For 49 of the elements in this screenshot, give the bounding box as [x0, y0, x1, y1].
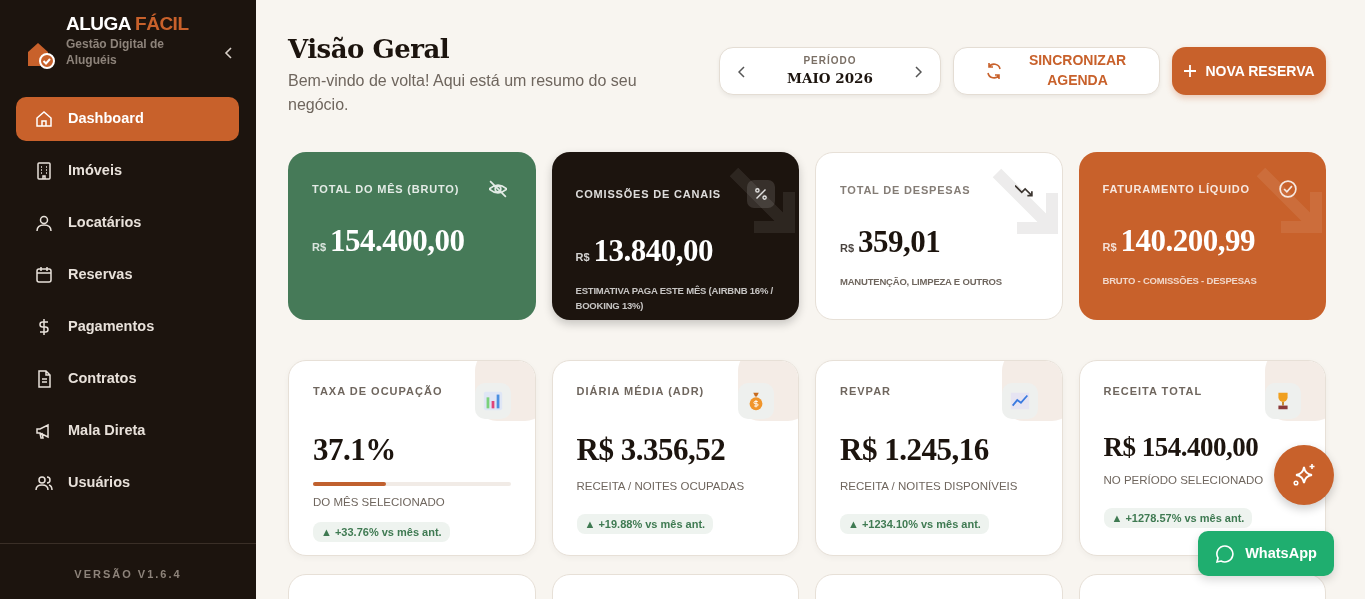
card-note: BRUTO - COMISSÕES - DESPESAS: [1102, 273, 1258, 288]
nav-item[interactable]: Mala Direta: [16, 409, 239, 453]
card-note: MANUTENÇÃO, LIMPEZA E OUTROS: [840, 274, 1003, 289]
page-subtitle: Bem-vindo de volta! Aqui está um resumo do seu negócio.: [288, 71, 638, 115]
card-value: R$ 1.245,16: [840, 431, 990, 469]
brand-name: FÁCIL: [135, 14, 189, 33]
brand-name: ALUGA: [66, 14, 132, 33]
card-value: R$ 154.400,00: [1103, 431, 1260, 464]
card-label: DIÁRIA MÉDIA (ADR): [576, 384, 705, 399]
nav-item[interactable]: Locatários: [16, 201, 239, 245]
period-value: MAIO 2026: [786, 69, 874, 89]
card-amount: 154.400,00: [330, 222, 465, 260]
page-title: Visão Geral: [288, 33, 451, 66]
card-note: RECEITA / NOITES OCUPADAS: [576, 478, 746, 494]
change-indicator: ▲ +1234.10% vs mês ant.: [840, 513, 989, 535]
version-label: VERSÃO V1.6.4: [74, 568, 182, 580]
currency-label: R$: [575, 250, 590, 265]
currency-label: R$: [312, 240, 327, 255]
change-indicator: ▲ +1278.57% vs mês ant.: [1103, 507, 1253, 529]
currency-label: R$: [1102, 240, 1117, 255]
change-indicator: ▲ +33.76% vs mês ant.: [313, 521, 450, 543]
card-amount: 13.840,00: [593, 232, 714, 270]
change-indicator: ▲ +19.88% vs mês ant.: [576, 513, 714, 535]
sync-calendar-button[interactable]: SINCRONIZAR AGENDA: [953, 47, 1160, 95]
nav-item[interactable]: Usuários: [16, 461, 239, 505]
card-label: TAXA DE OCUPAÇÃO: [313, 384, 443, 399]
card-label: TOTAL DE DESPESAS: [840, 182, 971, 198]
card-note: DO MÊS SELECIONADO: [313, 494, 446, 510]
new-reservation-button[interactable]: NOVA RESERVA: [1172, 47, 1326, 95]
card-label: TOTAL DO MÊS (BRUTO): [312, 181, 460, 197]
nav-item[interactable]: Pagamentos: [16, 305, 239, 349]
card-label: RECEITA TOTAL: [1103, 384, 1203, 399]
card-note: RECEITA / NOITES DISPONÍVEIS: [840, 478, 1019, 494]
card-note: ESTIMATIVA PAGA ESTE MÊS (AIRBNB 16% / BOOKING 13%): [575, 283, 775, 313]
card-value: R$ 3.356,52: [576, 431, 727, 469]
nav-item[interactable]: Reservas: [16, 253, 239, 297]
card-label: FATURAMENTO LÍQUIDO: [1102, 181, 1250, 197]
card-amount: 359,01: [858, 223, 941, 261]
brand-tagline: Gestão Digital de Aluguéis: [66, 37, 166, 69]
nav-item[interactable]: Imóveis: [16, 149, 239, 193]
period-label: PERÍODO: [802, 53, 858, 69]
card-note: NO PERÍODO SELECIONADO: [1103, 472, 1265, 488]
currency-label: R$: [840, 241, 855, 256]
card-value: 37.1%: [313, 431, 397, 469]
nav-item[interactable]: Dashboard: [16, 97, 239, 141]
card-label: REVPAR: [840, 384, 892, 399]
card-label: COMISSÕES DE CANAIS: [575, 186, 721, 202]
card-amount: 140.200,99: [1120, 222, 1256, 260]
nav-item[interactable]: Contratos: [16, 357, 239, 401]
